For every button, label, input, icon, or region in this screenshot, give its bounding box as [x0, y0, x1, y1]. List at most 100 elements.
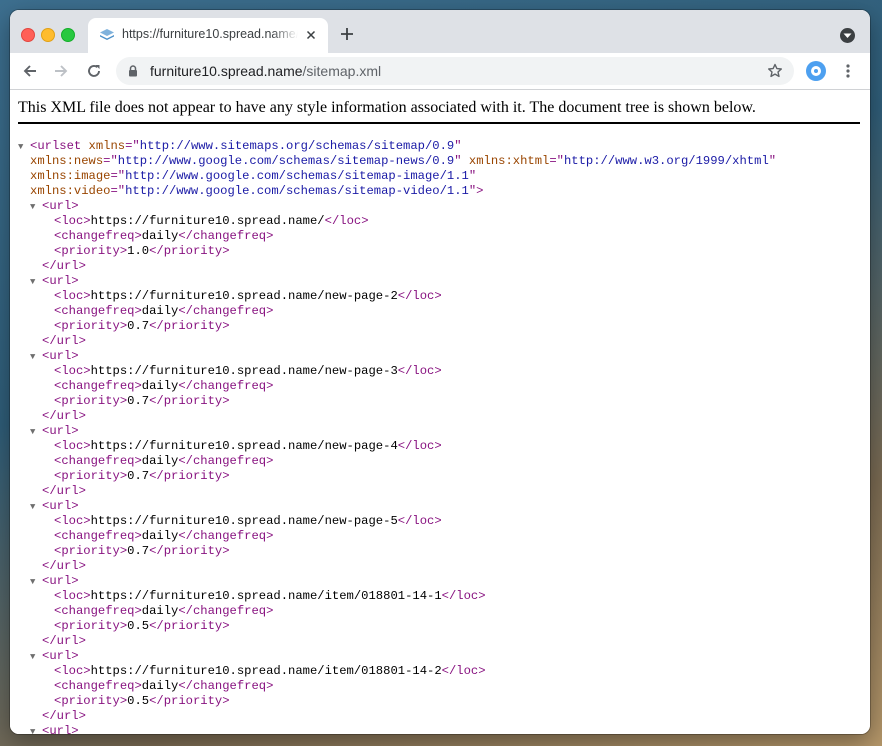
url-close-line: </url> [18, 259, 776, 274]
more-menu-icon[interactable] [846, 64, 850, 78]
forward-arrow-icon[interactable] [53, 63, 69, 79]
xml-tag: </changefreq> [178, 379, 274, 393]
xml-tag: <url> [42, 499, 79, 513]
url-priority-line: <priority>0.7</priority> [18, 319, 776, 334]
layers-favicon-icon [100, 29, 114, 40]
window-close-button[interactable] [21, 28, 35, 42]
url-changefreq-line: <changefreq>daily</changefreq> [18, 379, 776, 394]
xml-quote: =" [125, 139, 140, 153]
url-close-line: </url> [18, 409, 776, 424]
url-priority-value: 1.0 [127, 244, 150, 258]
xml-tag: <loc> [54, 214, 91, 228]
xml-tag: <priority> [54, 469, 128, 483]
window-minimize-button[interactable] [41, 28, 55, 42]
xml-attr-name: xmlns:xhtml [468, 154, 550, 168]
xml-tag: </changefreq> [178, 604, 274, 618]
url-changefreq-value: daily [141, 454, 179, 468]
xml-document-tree: ▼ <urlset xmlns="http://www.sitemaps.org/… [18, 139, 776, 734]
xml-tag: <url> [42, 274, 79, 288]
url-loc-value: https://furniture10.spread.name/item/018… [90, 589, 442, 603]
url-loc-line: <loc>https://furniture10.spread.name/ite… [18, 589, 776, 604]
urlset-attr-line: xmlns:image="http://www.google.com/schem… [18, 169, 776, 184]
collapse-toggle-icon[interactable]: ▼ [30, 500, 42, 515]
xml-quote: " [454, 139, 462, 153]
url-close-line: </url> [18, 709, 776, 724]
xml-tag: </changefreq> [178, 304, 274, 318]
xml-tag: </priority> [149, 244, 230, 258]
url-priority-line: <priority>0.5</priority> [18, 619, 776, 634]
url-loc-value: https://furniture10.spread.name/ [90, 214, 325, 228]
url-changefreq-value: daily [141, 304, 179, 318]
url-open-line: ▼ <url> [18, 349, 776, 364]
url-priority-value: 0.7 [127, 544, 150, 558]
url-loc-line: <loc>https://furniture10.spread.name/new… [18, 289, 776, 304]
collapse-toggle-icon[interactable]: ▼ [30, 350, 42, 365]
page-content: This XML file does not appear to have an… [10, 90, 870, 734]
collapse-toggle-icon[interactable]: ▼ [18, 140, 30, 155]
collapse-toggle-icon[interactable]: ▼ [30, 650, 42, 665]
xml-tag: </loc> [441, 589, 486, 603]
url-loc-line: <loc>https://furniture10.spread.name/</l… [18, 214, 776, 229]
xml-style-notice: This XML file does not appear to have an… [18, 99, 756, 116]
xml-tag: <url> [42, 199, 79, 213]
tab-sitemap[interactable]: https://furniture10.spread.name/sitemap.… [88, 18, 328, 53]
url-close-line: </url> [18, 484, 776, 499]
collapse-toggle-icon[interactable]: ▼ [30, 425, 42, 440]
reload-icon[interactable] [86, 63, 102, 79]
tab-close-icon[interactable] [304, 28, 318, 42]
back-arrow-icon[interactable] [22, 63, 38, 79]
xml-tag: <loc> [54, 514, 91, 528]
xml-quote: " [454, 154, 462, 168]
collapse-toggle-icon[interactable]: ▼ [30, 725, 42, 734]
xml-tag: <changefreq> [54, 379, 142, 393]
tab-search-button[interactable] [840, 28, 855, 43]
url-priority-line: <priority>1.0</priority> [18, 244, 776, 259]
xml-tag: </loc> [324, 214, 369, 228]
xml-tag: <priority> [54, 319, 128, 333]
xml-tag: </changefreq> [178, 679, 274, 693]
xml-tag: </priority> [149, 544, 230, 558]
url-loc-line: <loc>https://furniture10.spread.name/new… [18, 364, 776, 379]
url-loc-value: https://furniture10.spread.name/new-page… [90, 439, 398, 453]
window-maximize-button[interactable] [61, 28, 75, 42]
collapse-toggle-icon[interactable]: ▼ [30, 575, 42, 590]
xml-tag: <url> [42, 349, 79, 363]
xml-tag: <loc> [54, 439, 91, 453]
bookmark-star-icon[interactable] [767, 63, 783, 79]
urlset-attr-line: xmlns:news="http://www.google.com/schema… [18, 154, 776, 169]
xml-tag: </loc> [397, 289, 442, 303]
xml-tag: </loc> [441, 664, 486, 678]
urlset-attr-line: xmlns:video="http://www.google.com/schem… [18, 184, 776, 199]
xml-tag: </changefreq> [178, 454, 274, 468]
xml-tag: <changefreq> [54, 454, 142, 468]
xml-tag: </url> [42, 559, 86, 573]
url-open-line: ▼ <url> [18, 499, 776, 514]
url-close-line: </url> [18, 559, 776, 574]
xml-tag: </url> [42, 709, 86, 723]
url-changefreq-value: daily [141, 604, 179, 618]
url-priority-value: 0.5 [127, 694, 150, 708]
xml-tag: <loc> [54, 364, 91, 378]
address-bar[interactable]: furniture10.spread.name/sitemap.xml [116, 57, 794, 85]
xml-tag: <url> [42, 574, 79, 588]
collapse-toggle-icon[interactable]: ▼ [30, 275, 42, 290]
xml-tag: </url> [42, 409, 86, 423]
xml-tag: <changefreq> [54, 229, 142, 243]
lock-icon[interactable] [128, 65, 138, 77]
xml-attr-name: xmlns [88, 139, 126, 153]
xml-tag: </priority> [149, 469, 230, 483]
url-host: furniture10.spread.name [150, 63, 303, 79]
collapse-toggle-icon[interactable]: ▼ [30, 200, 42, 215]
url-changefreq-line: <changefreq>daily</changefreq> [18, 529, 776, 544]
url-open-line: ▼ <url> [18, 424, 776, 439]
xml-tag: </priority> [149, 619, 230, 633]
url-close-line: </url> [18, 634, 776, 649]
url-text[interactable]: furniture10.spread.name/sitemap.xml [150, 63, 381, 79]
xml-attr-name: xmlns:news [30, 154, 104, 168]
url-open-line: ▼ <url> [18, 274, 776, 289]
extension-icon[interactable] [806, 61, 826, 81]
url-loc-value: https://furniture10.spread.name/new-page… [90, 289, 398, 303]
url-loc-line: <loc>https://furniture10.spread.name/new… [18, 514, 776, 529]
new-tab-plus-icon[interactable] [340, 27, 354, 41]
xml-tag: </loc> [397, 514, 442, 528]
